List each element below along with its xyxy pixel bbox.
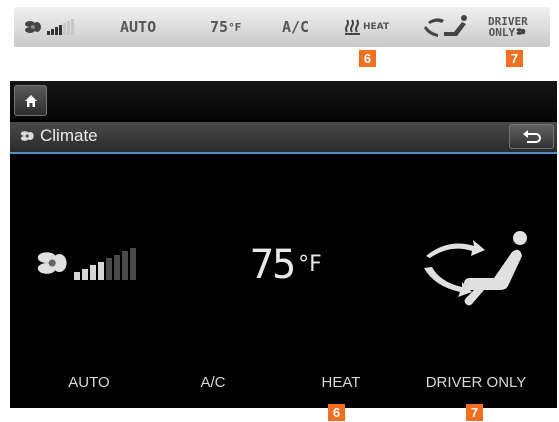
fan-level-bar [74,272,80,280]
fan-icon [25,21,41,33]
climate-main: 75 °F AUTO A/C HEAT DRIVER ONLY [10,154,557,408]
strip-seat-airflow [422,7,470,47]
fan-icon [516,28,526,35]
fan-speed-bars[interactable] [74,246,138,280]
fan-level-bar [51,29,54,35]
status-strip: AUTO 75 °F A/C HEAT DRIVER ONLY [14,7,550,47]
fan-icon [20,131,34,141]
strip-heat-label: HEAT [363,22,390,32]
fan-level-bar [90,265,96,280]
home-button[interactable] [14,85,47,116]
heat-waves-icon [345,19,360,35]
fan-level-bar [59,25,62,35]
driver-only-button[interactable]: DRIVER ONLY [406,374,546,391]
climate-screen: Climate 75 °F AUTO A/C HEAT DRIVER ONLY [10,81,557,408]
fan-level-bar [114,254,120,280]
callout-6-bottom: 6 [328,404,345,421]
callout-6-top: 6 [359,50,376,67]
callout-7-top: 7 [506,50,523,67]
fan-level-bar [106,258,112,280]
callout-7-bottom: 7 [466,404,483,421]
page-title: Climate [40,126,98,145]
temperature-value: 75 [250,242,296,288]
fan-level-bar [122,251,128,280]
strip-driver-only-line2: ONLY [489,27,528,38]
home-icon [24,94,37,107]
fan-level-bar [55,27,58,35]
fan-level-bar [63,23,66,35]
fan-level-bar [98,261,104,280]
strip-auto: AUTO [120,18,157,36]
fan-level-bar [82,268,88,280]
strip-ac: A/C [282,18,310,36]
seat-airflow-icon[interactable] [416,226,536,306]
strip-fan-bars [47,19,75,35]
back-button[interactable] [509,124,554,149]
fan-level-bar [47,31,50,35]
strip-driver-only: DRIVER ONLY [488,10,528,44]
title-bar: Climate [10,122,557,154]
fan-level-bar [67,21,70,35]
back-icon [522,129,541,143]
strip-temperature-unit: °F [228,20,242,34]
strip-fan-level [24,7,75,47]
strip-temperature-value: 75 [210,18,229,36]
heat-button[interactable]: HEAT [286,374,396,391]
seat-airflow-icon [424,15,467,37]
fan-level-bar [71,19,74,35]
strip-temperature: 75 °F [210,7,241,47]
temperature-unit: °F [298,252,322,277]
strip-heat: HEAT [344,7,389,47]
fan-level-bar [130,247,136,280]
auto-button[interactable]: AUTO [34,374,144,391]
home-bar [10,81,557,120]
temperature-display[interactable]: 75 °F [250,242,322,288]
fan-icon[interactable] [36,246,72,280]
ac-button[interactable]: A/C [158,374,268,391]
button-row: AUTO A/C HEAT DRIVER ONLY [10,374,557,404]
